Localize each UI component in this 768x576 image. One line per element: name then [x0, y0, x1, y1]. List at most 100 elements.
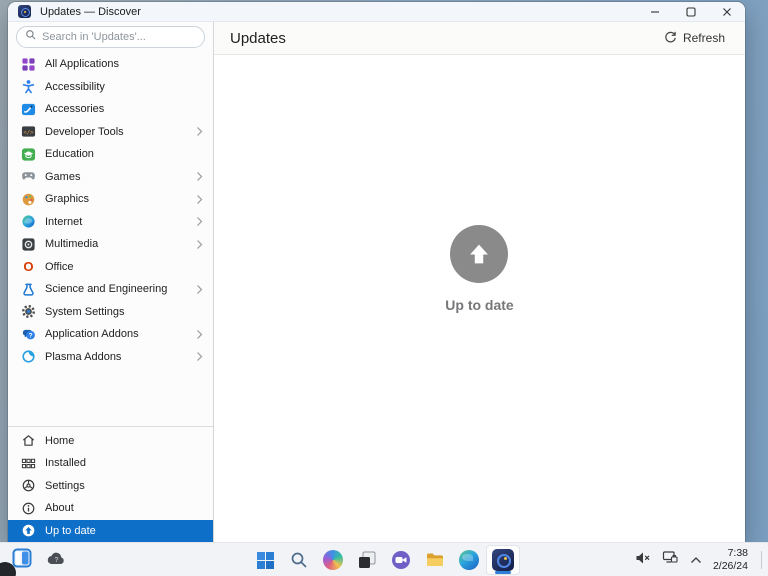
edge-button[interactable] — [452, 545, 486, 575]
copilot-icon — [323, 550, 343, 570]
discover-taskbar-button[interactable] — [486, 545, 520, 575]
sidebar-item-label: All Applications — [45, 58, 203, 70]
sidebar: All Applications Accessibility Accessori… — [8, 22, 214, 542]
chevron-right-icon — [196, 126, 203, 137]
application-addons-icon: ? — [20, 326, 36, 342]
sidebar-item-label: Office — [45, 261, 203, 273]
chevron-right-icon — [196, 194, 203, 205]
clock-date: 2/26/24 — [713, 560, 748, 573]
sidebar-item-label: Games — [45, 171, 196, 183]
empty-state-label: Up to date — [445, 297, 513, 313]
sidebar-item-graphics[interactable]: Graphics — [8, 188, 213, 211]
task-view-button[interactable] — [350, 545, 384, 575]
sidebar-item-home[interactable]: Home — [8, 430, 213, 453]
chevron-right-icon — [196, 284, 203, 295]
updates-content: Up to date — [214, 55, 745, 542]
games-icon — [20, 169, 36, 185]
home-icon — [20, 433, 36, 449]
sidebar-item-up-to-date[interactable]: Up to date — [8, 520, 213, 543]
sidebar-item-installed[interactable]: Installed — [8, 452, 213, 475]
sidebar-item-science-and-engineering[interactable]: Science and Engineering — [8, 278, 213, 301]
internet-icon — [20, 214, 36, 230]
sidebar-item-label: About — [45, 502, 203, 514]
sidebar-item-label: Plasma Addons — [45, 351, 196, 363]
taskbar-center-icons — [248, 543, 520, 576]
plasma-addons-icon — [20, 349, 36, 365]
science-and-engineering-icon — [20, 281, 36, 297]
sidebar-item-accessories[interactable]: Accessories — [8, 98, 213, 121]
page-header: Updates Refresh — [214, 22, 745, 55]
system-tray: 7:38 2/26/24 — [635, 543, 762, 576]
chevron-right-icon — [196, 329, 203, 340]
search-box[interactable] — [16, 26, 205, 48]
sidebar-item-internet[interactable]: Internet — [8, 211, 213, 234]
close-button[interactable] — [709, 2, 745, 21]
file-explorer-button[interactable] — [418, 545, 452, 575]
search-icon — [25, 28, 37, 46]
sidebar-item-label: Science and Engineering — [45, 283, 196, 295]
sidebar-item-plasma-addons[interactable]: Plasma Addons — [8, 346, 213, 369]
settings-icon — [20, 478, 36, 494]
svg-text:?: ? — [28, 332, 32, 339]
search-input[interactable] — [42, 31, 196, 43]
titlebar[interactable]: Updates — Discover — [8, 2, 745, 22]
cloud-icon[interactable]: ? — [46, 549, 67, 571]
widgets-icon[interactable] — [12, 548, 32, 573]
start-button[interactable] — [248, 545, 282, 575]
minimize-button[interactable] — [637, 2, 673, 21]
sidebar-item-label: Internet — [45, 216, 196, 228]
office-icon: O — [20, 259, 36, 275]
taskbar-search-button[interactable] — [282, 545, 316, 575]
sidebar-item-label: Education — [45, 148, 203, 160]
installed-icon — [20, 455, 36, 471]
sidebar-item-education[interactable]: Education — [8, 143, 213, 166]
sidebar-item-games[interactable]: Games — [8, 166, 213, 189]
chat-button[interactable] — [384, 545, 418, 575]
all-applications-icon — [20, 56, 36, 72]
tray-chevron-up-icon[interactable] — [690, 551, 702, 569]
sidebar-item-developer-tools[interactable]: </> Developer Tools — [8, 121, 213, 144]
refresh-icon — [663, 30, 677, 47]
volume-muted-icon[interactable] — [635, 551, 651, 570]
chevron-right-icon — [196, 171, 203, 182]
graphics-icon — [20, 191, 36, 207]
chevron-right-icon — [196, 239, 203, 250]
sidebar-item-label: Settings — [45, 480, 203, 492]
sidebar-item-label: Accessibility — [45, 81, 203, 93]
taskbar-clock[interactable]: 7:38 2/26/24 — [713, 547, 748, 573]
sidebar-item-label: Multimedia — [45, 238, 196, 250]
refresh-button[interactable]: Refresh — [657, 27, 731, 50]
accessories-icon — [20, 101, 36, 117]
sidebar-item-accessibility[interactable]: Accessibility — [8, 76, 213, 99]
sidebar-item-all-applications[interactable]: All Applications — [8, 53, 213, 76]
taskbar: ? — [0, 542, 768, 576]
chevron-right-icon — [196, 351, 203, 362]
sidebar-item-multimedia[interactable]: Multimedia — [8, 233, 213, 256]
network-icon[interactable] — [662, 550, 679, 570]
multimedia-icon — [20, 236, 36, 252]
svg-text:</>: </> — [23, 130, 34, 136]
sidebar-item-label: Graphics — [45, 193, 196, 205]
accessibility-icon — [20, 79, 36, 95]
edge-icon — [459, 550, 479, 570]
up-to-date-icon — [450, 225, 508, 283]
sidebar-item-label: Application Addons — [45, 328, 196, 340]
empty-state: Up to date — [445, 225, 513, 313]
svg-text:?: ? — [55, 557, 59, 564]
copilot-button[interactable] — [316, 545, 350, 575]
sidebar-item-office[interactable]: O Office — [8, 256, 213, 279]
svg-text:O: O — [23, 259, 33, 274]
clock-time: 7:38 — [713, 547, 748, 560]
sidebar-item-system-settings[interactable]: System Settings — [8, 301, 213, 324]
sidebar-item-label: Up to date — [45, 525, 203, 537]
chevron-right-icon — [196, 216, 203, 227]
taskbar-left-icons: ? — [12, 543, 67, 576]
sidebar-item-label: Developer Tools — [45, 126, 196, 138]
sidebar-item-about[interactable]: About — [8, 497, 213, 520]
up-arrow-circle-icon — [20, 523, 36, 539]
maximize-button[interactable] — [673, 2, 709, 21]
show-desktop-button[interactable] — [761, 551, 762, 569]
sidebar-item-application-addons[interactable]: ? Application Addons — [8, 323, 213, 346]
sidebar-item-settings[interactable]: Settings — [8, 475, 213, 498]
sidebar-item-label: System Settings — [45, 306, 203, 318]
